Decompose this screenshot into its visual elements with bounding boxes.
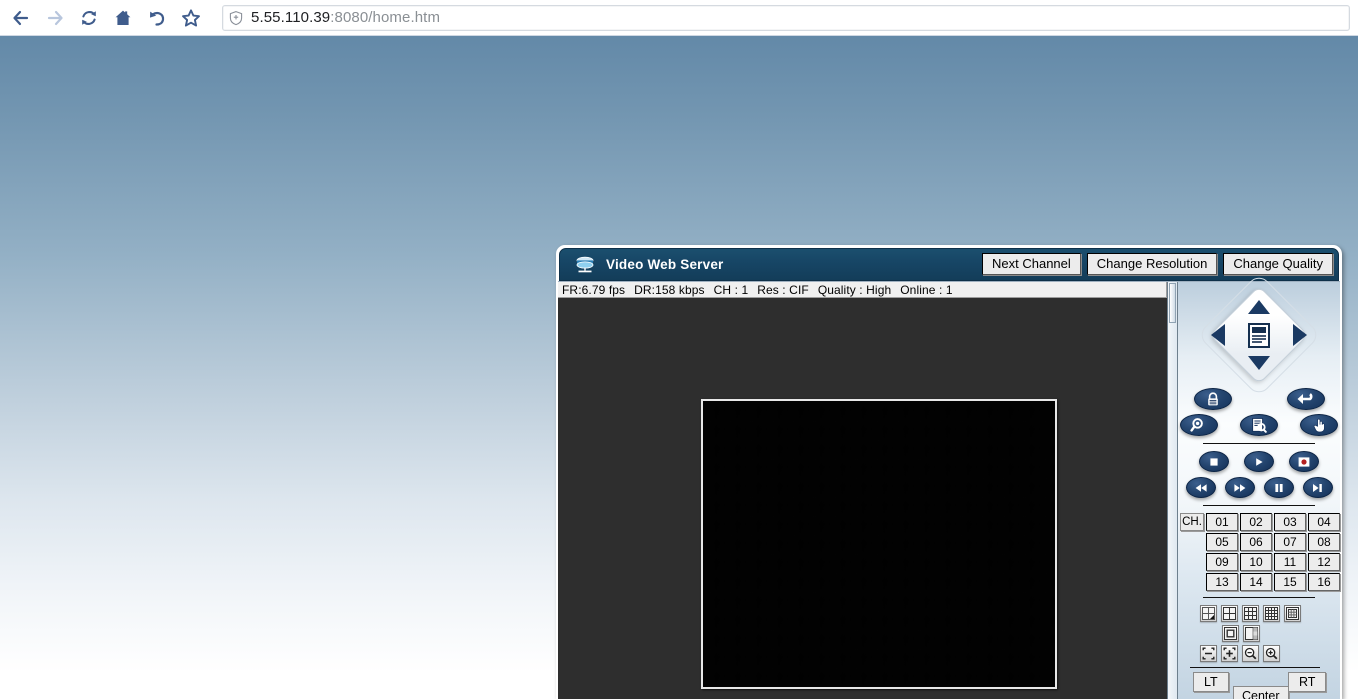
playback-row-2 [1178,477,1340,498]
fast-forward-button[interactable] [1224,477,1255,498]
status-online: Online : 1 [900,282,953,297]
shield-icon [223,6,249,30]
channel-button[interactable]: 04 [1308,513,1340,531]
separator-line-4 [1190,667,1320,668]
channel-button[interactable]: 13 [1206,573,1238,591]
play-button[interactable] [1244,451,1274,472]
channel-button[interactable]: 15 [1274,573,1306,591]
channel-button[interactable]: 05 [1206,533,1238,551]
video-stage[interactable] [558,298,1168,699]
channel-button[interactable]: 11 [1274,553,1306,571]
document-search-button[interactable] [1240,414,1278,436]
layout-toolbar [1178,605,1340,662]
app-titlebar: Video Web Server Next Channel Change Res… [559,248,1339,281]
channel-label: CH. [1180,513,1204,531]
channel-button[interactable]: 14 [1240,573,1272,591]
vertical-scrollbar[interactable] [1167,282,1178,699]
video-column: FR:6.79 fps DR:158 kbps CH : 1 Res : CIF… [558,282,1168,699]
change-resolution-button[interactable]: Change Resolution [1086,253,1218,275]
full-screen-icon[interactable] [1221,645,1238,662]
position-preset-group: LT Center RT [1178,672,1340,699]
back-return-button[interactable] [1286,388,1325,410]
fit-screen-icon[interactable] [1200,645,1217,662]
back-icon[interactable] [4,3,38,33]
server-device-icon [574,255,596,275]
status-fps: FR:6.79 fps [562,282,626,297]
navigation-button-group [0,3,208,33]
next-channel-button[interactable]: Next Channel [982,253,1081,275]
app-body: FR:6.79 fps DR:158 kbps CH : 1 Res : CIF… [558,272,1340,699]
function-button-row-2 [1178,414,1340,436]
undo-icon[interactable] [140,3,174,33]
layout-16-grid-icon[interactable] [1263,605,1280,622]
channel-button[interactable]: 03 [1274,513,1306,531]
ptz-dpad [1196,272,1322,398]
status-channel: CH : 1 [713,282,749,297]
scrollbar-thumb[interactable] [1169,283,1176,323]
channel-button[interactable]: 06 [1240,533,1272,551]
position-center-button[interactable]: Center [1233,686,1289,699]
layout-pip-grid-icon[interactable] [1284,605,1301,622]
record-button[interactable] [1289,451,1319,472]
forward-icon [38,3,72,33]
hand-pointer-button[interactable] [1300,414,1338,436]
step-forward-button[interactable] [1302,477,1333,498]
layout-row-2 [1200,625,1340,642]
dpad-down-arrow[interactable] [1248,356,1270,370]
dpad-right-arrow[interactable] [1293,324,1307,346]
url-text: 5.55.110.39:8080/home.htm [249,9,440,26]
channel-button[interactable]: 01 [1206,513,1238,531]
channel-selector: CH. 01 02 03 04 05 06 07 08 09 10 11 12 … [1178,513,1340,591]
separator-line-1 [1203,443,1315,444]
pause-button[interactable] [1263,477,1294,498]
url-host: 5.55.110.39 [251,9,331,26]
home-icon[interactable] [106,3,140,33]
position-right-top-button[interactable]: RT [1288,672,1327,692]
status-bitrate: DR:158 kbps [634,282,705,297]
bookmark-star-icon[interactable] [174,3,208,33]
zoom-row-3 [1200,645,1340,662]
separator-line-3 [1203,597,1315,598]
channel-button[interactable]: 16 [1308,573,1340,591]
layout-quad-icon[interactable] [1221,605,1238,622]
address-bar[interactable]: 5.55.110.39:8080/home.htm [222,4,1350,31]
video-web-server-window: Video Web Server Next Channel Change Res… [556,245,1342,699]
channel-button[interactable]: 09 [1206,553,1238,571]
rewind-button[interactable] [1185,477,1216,498]
channel-button[interactable]: 08 [1308,533,1340,551]
zoom-search-button[interactable] [1180,414,1218,436]
dpad-center-menu-icon[interactable] [1248,323,1270,348]
video-feed[interactable] [701,399,1057,689]
stop-button[interactable] [1199,451,1229,472]
dpad-left-arrow[interactable] [1211,324,1225,346]
position-left-top-button[interactable]: LT [1193,672,1229,692]
url-path: :8080/home.htm [330,9,441,26]
change-quality-button[interactable]: Change Quality [1223,253,1333,275]
header-button-group: Next Channel Change Resolution Change Qu… [982,253,1333,275]
stream-status-bar: FR:6.79 fps DR:158 kbps CH : 1 Res : CIF… [558,282,1168,298]
layout-single-icon[interactable] [1200,605,1217,622]
status-resolution: Res : CIF [757,282,809,297]
channel-button-grid: 01 02 03 04 05 06 07 08 09 10 11 12 13 1… [1206,513,1340,591]
layout-9-grid-icon[interactable] [1242,605,1259,622]
channel-button[interactable]: 02 [1240,513,1272,531]
status-quality: Quality : High [817,282,892,297]
lock-button[interactable] [1193,388,1232,410]
layout-row-1 [1200,605,1340,622]
layout-center-frame-icon[interactable] [1222,625,1239,642]
channel-button[interactable]: 10 [1240,553,1272,571]
channel-button[interactable]: 12 [1308,553,1340,571]
zoom-out-icon[interactable] [1242,645,1259,662]
layout-split-sidebar-icon[interactable] [1243,625,1260,642]
zoom-in-icon[interactable] [1263,645,1280,662]
dpad-up-arrow[interactable] [1248,300,1270,314]
page-title: Video Web Server [606,257,724,272]
ptz-control-panel: CH. 01 02 03 04 05 06 07 08 09 10 11 12 … [1178,272,1340,699]
playback-row-1 [1178,451,1340,472]
channel-button[interactable]: 07 [1274,533,1306,551]
browser-toolbar: 5.55.110.39:8080/home.htm [0,0,1358,36]
reload-icon[interactable] [72,3,106,33]
separator-line-2 [1203,505,1315,506]
